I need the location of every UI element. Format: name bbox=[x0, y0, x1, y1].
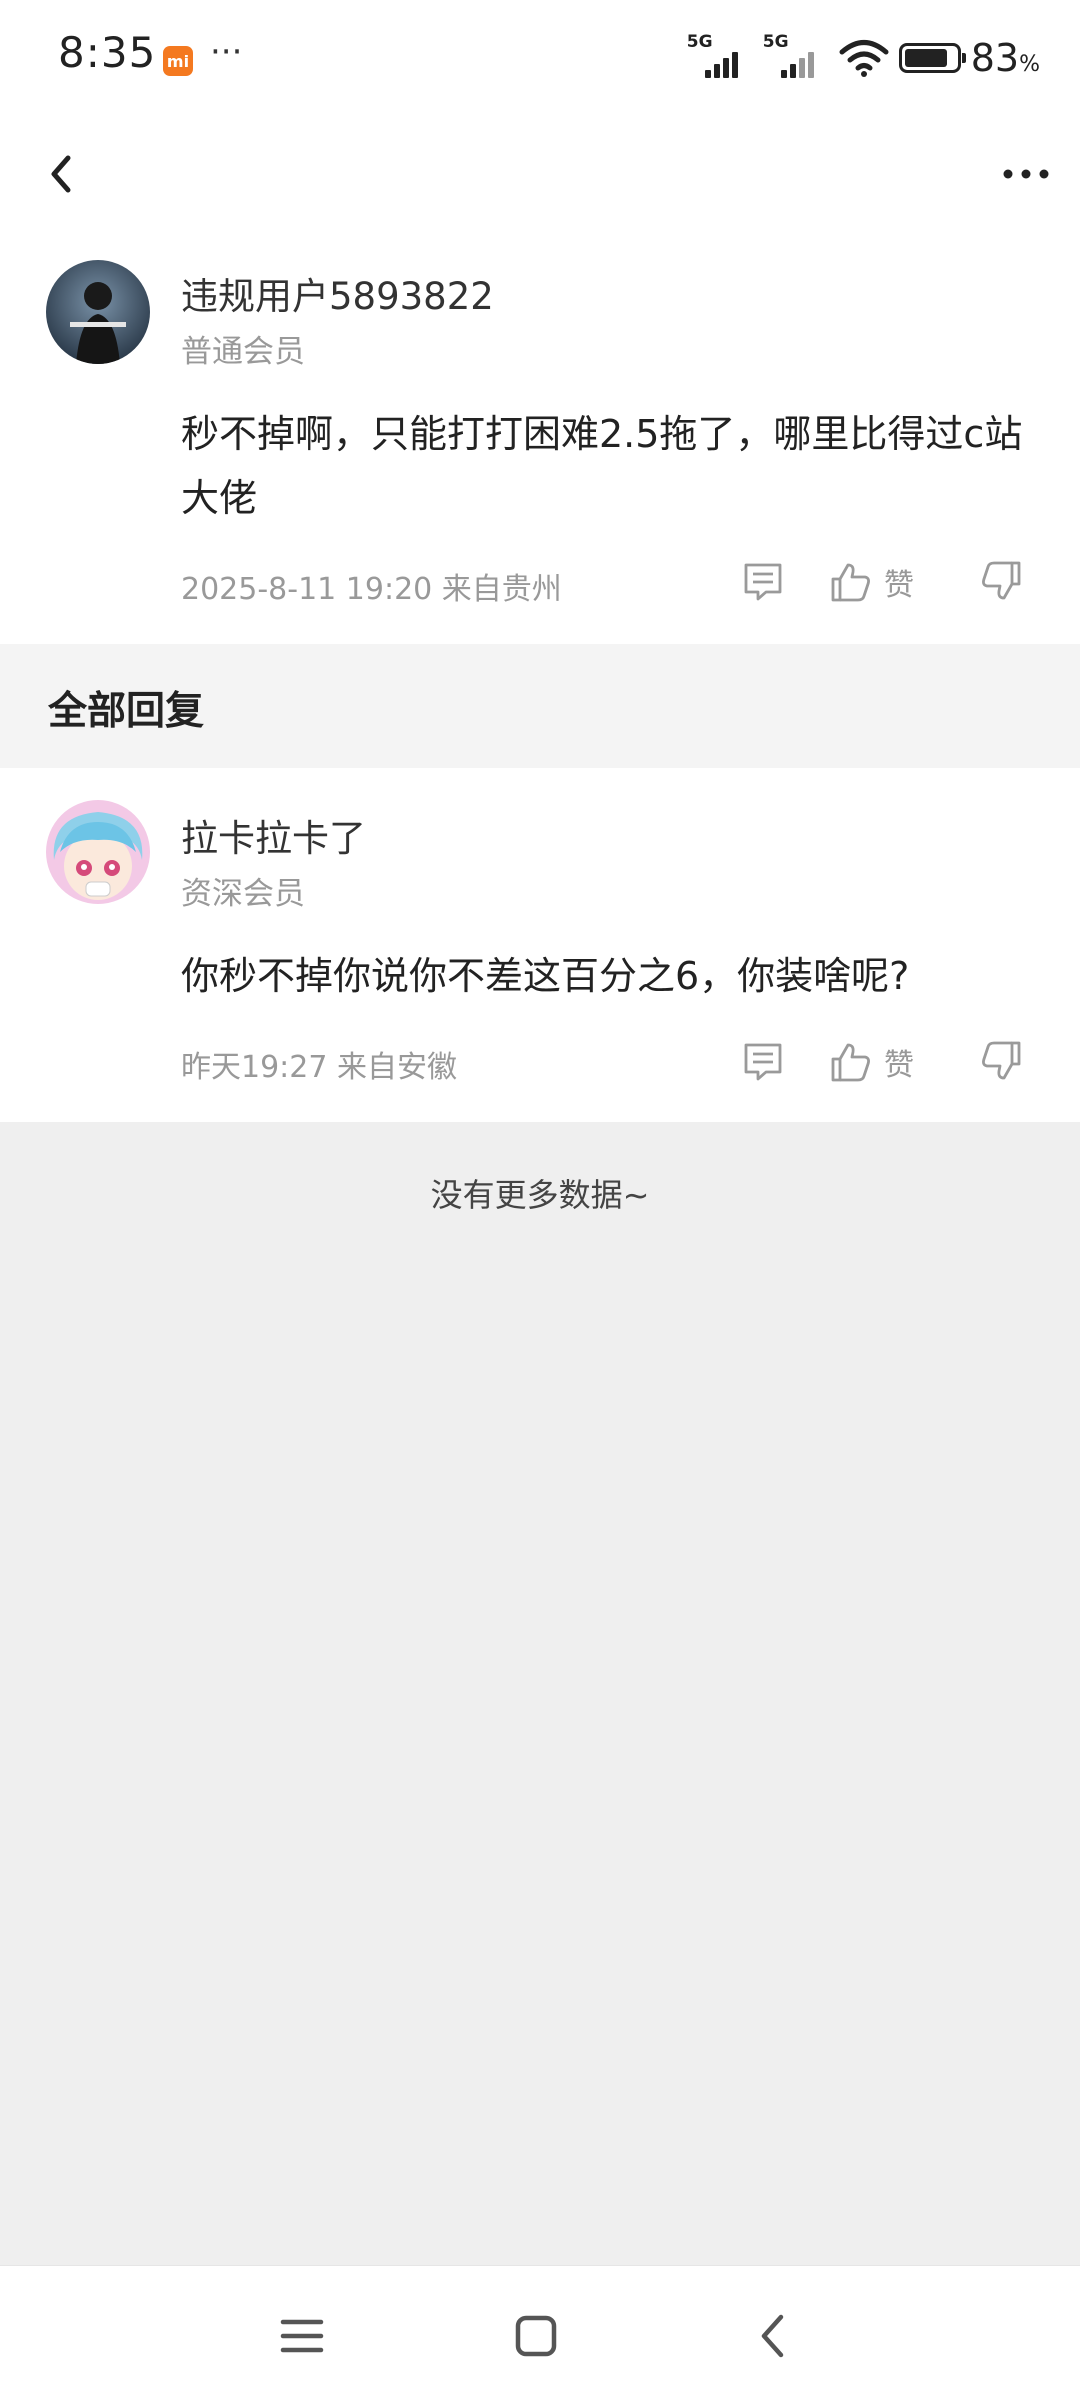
comment-button[interactable] bbox=[742, 1040, 784, 1082]
reply-item: 拉卡拉卡了 资深会员 你秒不掉你说你不差这百分之6，你装啥呢? 昨天19:27 … bbox=[0, 768, 1080, 1122]
comment-icon bbox=[744, 563, 782, 601]
no-more-data-text: 没有更多数据~ bbox=[430, 1176, 650, 1214]
reply-time-location: 昨天19:27 来自安徽 bbox=[181, 1050, 457, 1085]
wifi-icon bbox=[839, 40, 889, 77]
avatar[interactable] bbox=[46, 260, 150, 364]
post-time-location: 2025-8-11 19:20 来自贵州 bbox=[181, 572, 562, 607]
network-type-label: 5G bbox=[762, 32, 789, 52]
status-time: 8:35 bbox=[58, 28, 157, 77]
system-back-button[interactable] bbox=[742, 2306, 802, 2366]
more-notifications-icon: ··· bbox=[210, 32, 243, 72]
comment-button[interactable] bbox=[742, 560, 784, 602]
member-level: 普通会员 bbox=[181, 334, 305, 370]
replies-section-header: 全部回复 bbox=[0, 644, 1080, 768]
like-button[interactable]: 赞 bbox=[830, 1040, 914, 1084]
dislike-button[interactable] bbox=[980, 560, 1022, 602]
home-button[interactable] bbox=[506, 2306, 566, 2366]
nav-back-icon bbox=[761, 2314, 784, 2358]
recent-apps-button[interactable] bbox=[272, 2306, 332, 2366]
status-indicators: 5G 5G 83% bbox=[687, 32, 1040, 82]
thumbs-down-icon bbox=[982, 561, 1021, 600]
thumbs-down-icon bbox=[982, 1041, 1021, 1080]
battery-percentage: 83% bbox=[970, 36, 1040, 80]
home-square-icon bbox=[515, 2315, 557, 2357]
chevron-left-icon bbox=[51, 155, 71, 193]
more-horizontal-icon bbox=[1003, 169, 1049, 179]
mi-notification-icon: mi bbox=[163, 46, 193, 76]
section-title: 全部回复 bbox=[48, 689, 205, 734]
more-options-button[interactable] bbox=[990, 142, 1062, 206]
status-bar: 8:35 mi ··· 5G 5G 83% bbox=[0, 0, 1080, 118]
signal-icon: 5G bbox=[687, 32, 753, 78]
comment-icon bbox=[744, 1043, 782, 1081]
like-button[interactable]: 赞 bbox=[830, 560, 914, 604]
thumbs-up-icon bbox=[831, 563, 870, 602]
like-label: 赞 bbox=[884, 1048, 914, 1083]
user-name[interactable]: 违规用户5893822 bbox=[181, 266, 494, 320]
like-label: 赞 bbox=[884, 568, 914, 603]
back-button[interactable] bbox=[30, 142, 94, 206]
avatar[interactable] bbox=[46, 800, 150, 904]
system-nav-bar bbox=[0, 2265, 1080, 2402]
avatar-image bbox=[46, 260, 150, 364]
user-name[interactable]: 拉卡拉卡了 bbox=[181, 808, 366, 862]
thumbs-up-icon bbox=[831, 1043, 870, 1082]
avatar-image bbox=[46, 800, 150, 904]
dislike-button[interactable] bbox=[980, 1040, 1022, 1082]
main-post: 违规用户5893822 普通会员 秒不掉啊，只能打打困难2.5拖了，哪里比得过c… bbox=[0, 230, 1080, 644]
top-nav-bar bbox=[0, 118, 1080, 230]
network-type-label: 5G bbox=[686, 32, 713, 52]
reply-content: 你秒不掉你说你不差这百分之6，你装啥呢? bbox=[181, 954, 910, 998]
menu-icon bbox=[280, 2319, 324, 2353]
battery-icon bbox=[898, 43, 966, 73]
post-content: 秒不掉啊，只能打打困难2.5拖了，哪里比得过c站大佬 bbox=[181, 412, 1023, 520]
member-level: 资深会员 bbox=[181, 876, 305, 912]
signal-icon: 5G bbox=[763, 32, 829, 78]
